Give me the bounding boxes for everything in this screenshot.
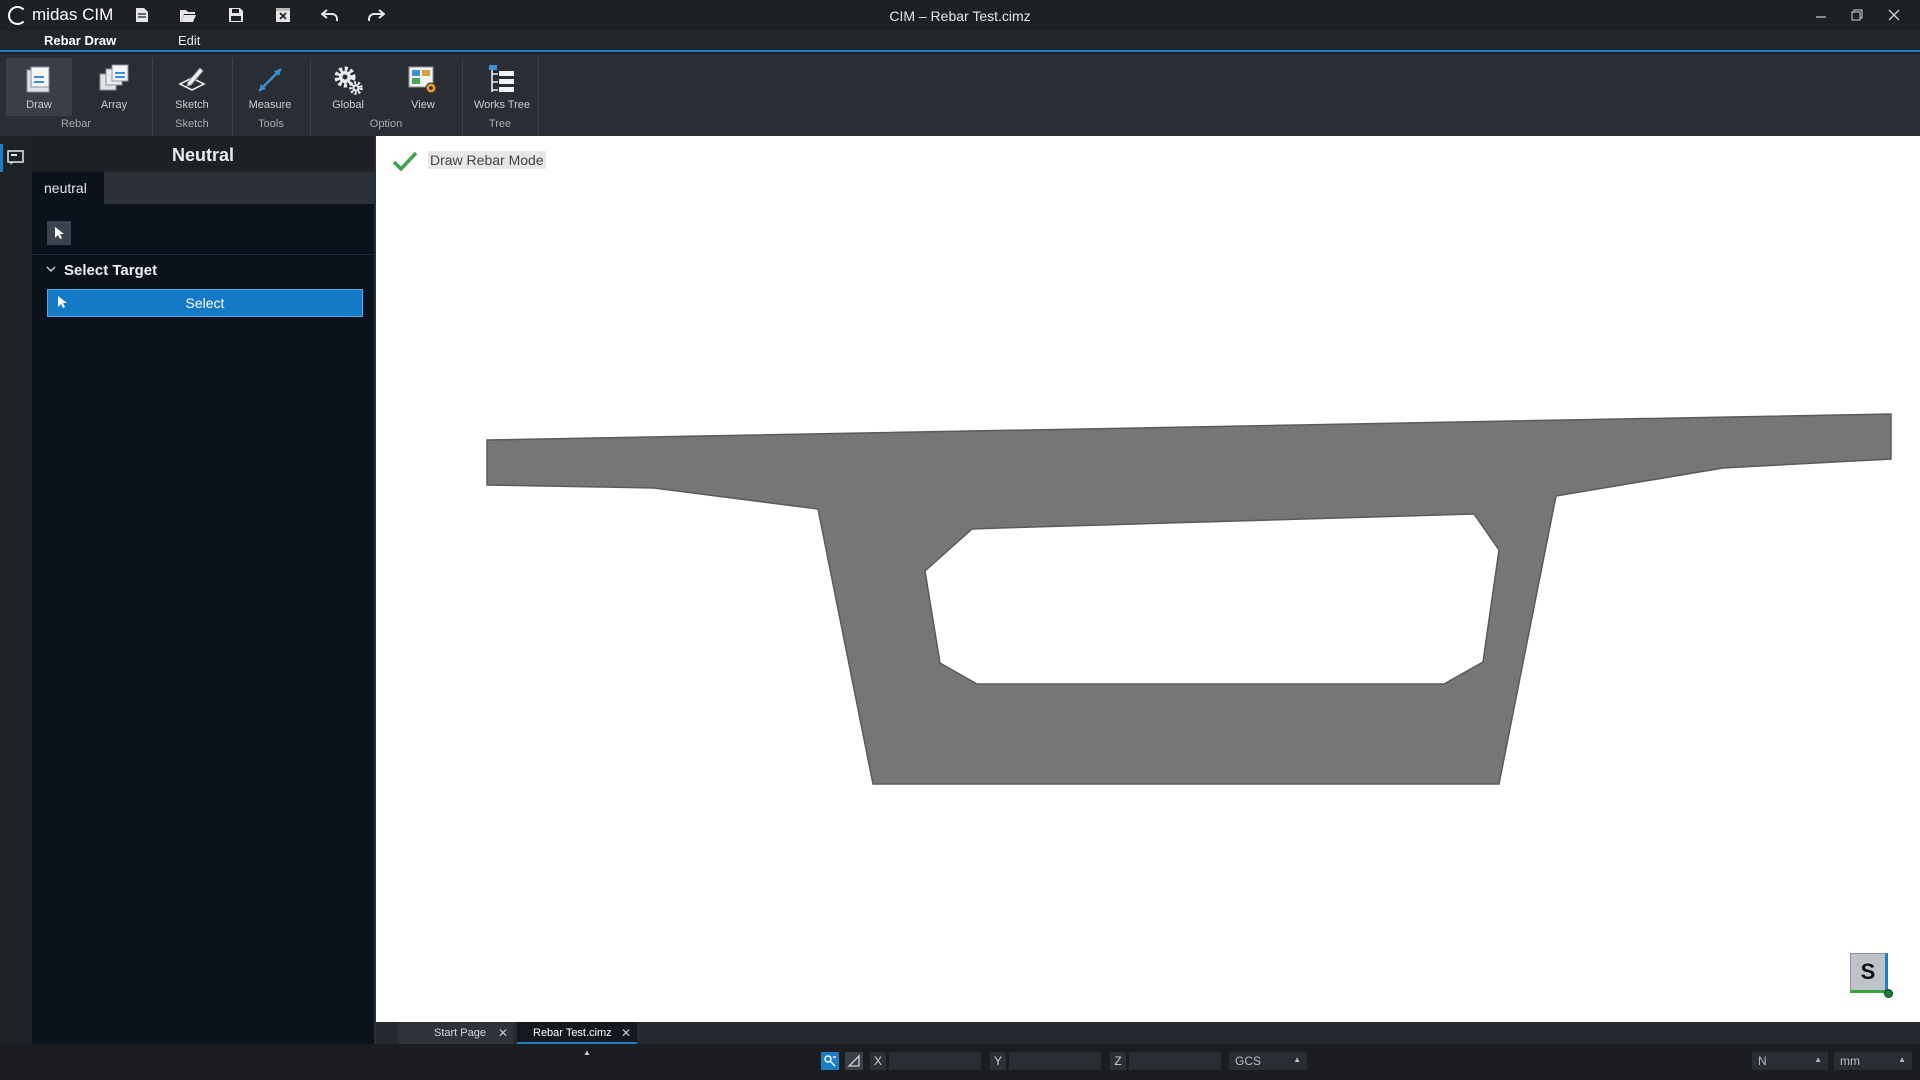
window-title: CIM – Rebar Test.cimz xyxy=(889,8,1031,24)
array-button[interactable]: Array xyxy=(81,58,147,116)
y-axis-label: Y xyxy=(990,1052,1006,1070)
y-coordinate-field[interactable] xyxy=(1009,1052,1101,1070)
close-window-icon[interactable] xyxy=(1876,2,1912,28)
select-button-label: Select xyxy=(185,295,225,311)
doc-tab-label: Rebar Test.cimz xyxy=(533,1027,612,1039)
restore-icon[interactable] xyxy=(1839,2,1875,28)
coordinate-system-value: GCS xyxy=(1235,1054,1262,1068)
minimize-icon[interactable] xyxy=(1803,2,1839,28)
group-label-tools: Tools xyxy=(258,118,284,130)
array-icon xyxy=(99,64,129,91)
x-axis-label: X xyxy=(870,1052,886,1070)
sketch-icon xyxy=(178,67,206,91)
doc-tab-start-page[interactable]: Start Page ✕ xyxy=(398,1022,514,1044)
expand-up-icon[interactable]: ▲ xyxy=(583,1048,591,1057)
pointer-tool-button[interactable] xyxy=(47,221,71,245)
force-unit-dropdown[interactable]: N ▲ xyxy=(1752,1052,1828,1070)
model-viewport[interactable]: Draw Rebar Mode S xyxy=(376,136,1920,1022)
sketch-label: Sketch xyxy=(175,99,209,111)
cursor-icon xyxy=(55,227,64,239)
document-tab-bar: Start Page ✕ Rebar Test.cimz ✕ xyxy=(376,1022,1920,1044)
select-button[interactable]: Select xyxy=(47,289,363,317)
close-tab-icon[interactable]: ✕ xyxy=(621,1026,631,1040)
snap-indicator[interactable]: S xyxy=(1850,953,1888,993)
panel-title: Neutral xyxy=(32,136,374,172)
measure-label: Measure xyxy=(248,99,292,111)
active-indicator xyxy=(0,144,3,172)
doc-tab-rebar-test[interactable]: Rebar Test.cimz ✕ xyxy=(517,1022,637,1044)
sketch-button[interactable]: Sketch xyxy=(159,58,225,116)
view-settings-icon xyxy=(408,66,437,94)
force-unit-value: N xyxy=(1758,1054,1767,1068)
measure-icon xyxy=(258,68,282,92)
left-icon-strip xyxy=(0,136,32,1044)
works-tree-label: Works Tree xyxy=(473,99,531,111)
gear-icon xyxy=(334,66,363,95)
ribbon-separator xyxy=(538,58,539,136)
tab-edit[interactable]: Edit xyxy=(178,33,200,48)
property-panel: Neutral neutral Select Target Select xyxy=(32,136,374,1044)
chevron-down-icon xyxy=(46,266,56,272)
z-coordinate-field[interactable] xyxy=(1129,1052,1221,1070)
box-girder-section[interactable] xyxy=(376,136,1920,1022)
global-label: Global xyxy=(332,99,364,111)
tab-rebar-draw[interactable]: Rebar Draw xyxy=(44,33,116,48)
select-target-section[interactable]: Select Target xyxy=(32,254,374,286)
group-label-sketch: Sketch xyxy=(175,118,209,130)
group-label-rebar: Rebar xyxy=(61,118,91,130)
group-label-option: Option xyxy=(369,118,403,130)
section-label: Select Target xyxy=(64,262,158,279)
girder-cross-section[interactable] xyxy=(486,413,1892,785)
ribbon-tab-bar: Rebar Draw Edit xyxy=(0,30,1920,52)
snap-toggle-icon[interactable] xyxy=(821,1052,839,1070)
z-axis-label: Z xyxy=(1110,1052,1126,1070)
cursor-icon xyxy=(58,296,67,308)
length-unit-dropdown[interactable]: mm ▲ xyxy=(1834,1052,1912,1070)
array-label: Array xyxy=(100,99,128,111)
coordinate-system-dropdown[interactable]: GCS ▲ xyxy=(1229,1052,1307,1070)
works-tree-button[interactable]: Works Tree xyxy=(469,58,535,116)
draw-label: Draw xyxy=(26,99,52,111)
ortho-toggle-icon[interactable] xyxy=(845,1052,863,1070)
ribbon: Draw Array Sketch Measure Global View Wo… xyxy=(0,54,1920,136)
x-coordinate-field[interactable] xyxy=(889,1052,981,1070)
view-label: View xyxy=(411,99,435,111)
measure-button[interactable]: Measure xyxy=(237,58,303,116)
draw-button[interactable]: Draw xyxy=(6,58,72,116)
length-unit-value: mm xyxy=(1840,1054,1860,1068)
property-panel-icon[interactable] xyxy=(7,150,24,169)
snap-status-dot xyxy=(1884,989,1893,998)
draw-icon xyxy=(26,66,50,93)
dropdown-arrow-icon: ▲ xyxy=(1293,1055,1301,1064)
tab-neutral[interactable]: neutral xyxy=(32,172,104,204)
panel-tab-bar: neutral xyxy=(32,172,374,204)
close-tab-icon[interactable]: ✕ xyxy=(498,1026,508,1040)
tree-icon xyxy=(489,65,514,92)
view-button[interactable]: View xyxy=(390,58,456,116)
global-button[interactable]: Global xyxy=(315,58,381,116)
dropdown-arrow-icon: ▲ xyxy=(1898,1055,1906,1064)
status-bar: ▲ X Y Z GCS ▲ N ▲ mm ▲ xyxy=(0,1044,1920,1080)
title-bar: midas CIM CIM – Rebar Test.cimz xyxy=(0,0,1920,30)
group-label-tree: Tree xyxy=(488,118,512,130)
doc-tab-label: Start Page xyxy=(434,1027,486,1039)
dropdown-arrow-icon: ▲ xyxy=(1814,1055,1822,1064)
